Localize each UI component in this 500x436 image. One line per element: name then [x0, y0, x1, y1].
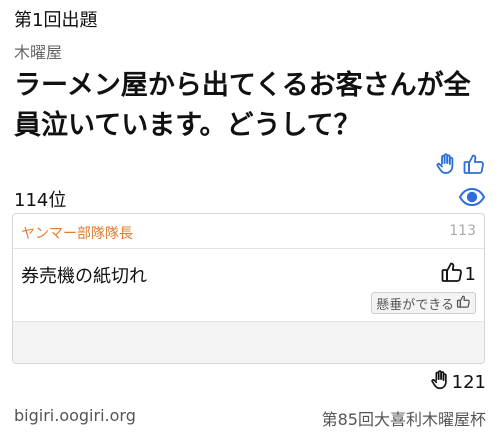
tsukkomi-label: 懸垂ができる	[376, 297, 454, 313]
answer-text: 券売機の紙切れ	[21, 266, 147, 287]
round-label: 第1回出題	[14, 10, 98, 31]
answer-author[interactable]: ヤンマー部隊隊長	[21, 223, 133, 243]
answer-card: ヤンマー部隊隊長 113 券売機の紙切れ 1 懸垂ができる	[12, 213, 485, 364]
answer-number: 113	[449, 223, 476, 239]
raised-hand-icon[interactable]	[434, 152, 458, 176]
comment-area[interactable]	[13, 322, 484, 363]
hand-count-value: 121	[451, 372, 486, 393]
like-button[interactable]: 1	[440, 260, 476, 288]
thumbs-up-icon[interactable]	[462, 152, 486, 176]
rank-label: 114位	[14, 190, 67, 211]
answer-card-header: ヤンマー部隊隊長 113	[13, 214, 484, 249]
cup-name: 第85回大喜利木曜屋杯	[321, 410, 486, 429]
question-text: ラーメン屋から出てくるお客さんが全員泣いています。どうして？	[14, 70, 471, 141]
hand-count[interactable]: 121	[428, 369, 486, 396]
vote-icons	[434, 152, 486, 176]
thumbs-up-outline-icon	[440, 260, 464, 288]
like-count: 1	[464, 263, 476, 285]
tsukkomi-tag[interactable]: 懸垂ができる	[371, 292, 476, 314]
thumbs-up-small-icon	[454, 294, 471, 313]
site-url[interactable]: bigiri.oogiri.org	[14, 406, 136, 425]
setter-name[interactable]: 木曜屋	[14, 39, 62, 63]
hand-outline-icon	[429, 369, 451, 396]
eye-icon[interactable]	[458, 186, 486, 208]
